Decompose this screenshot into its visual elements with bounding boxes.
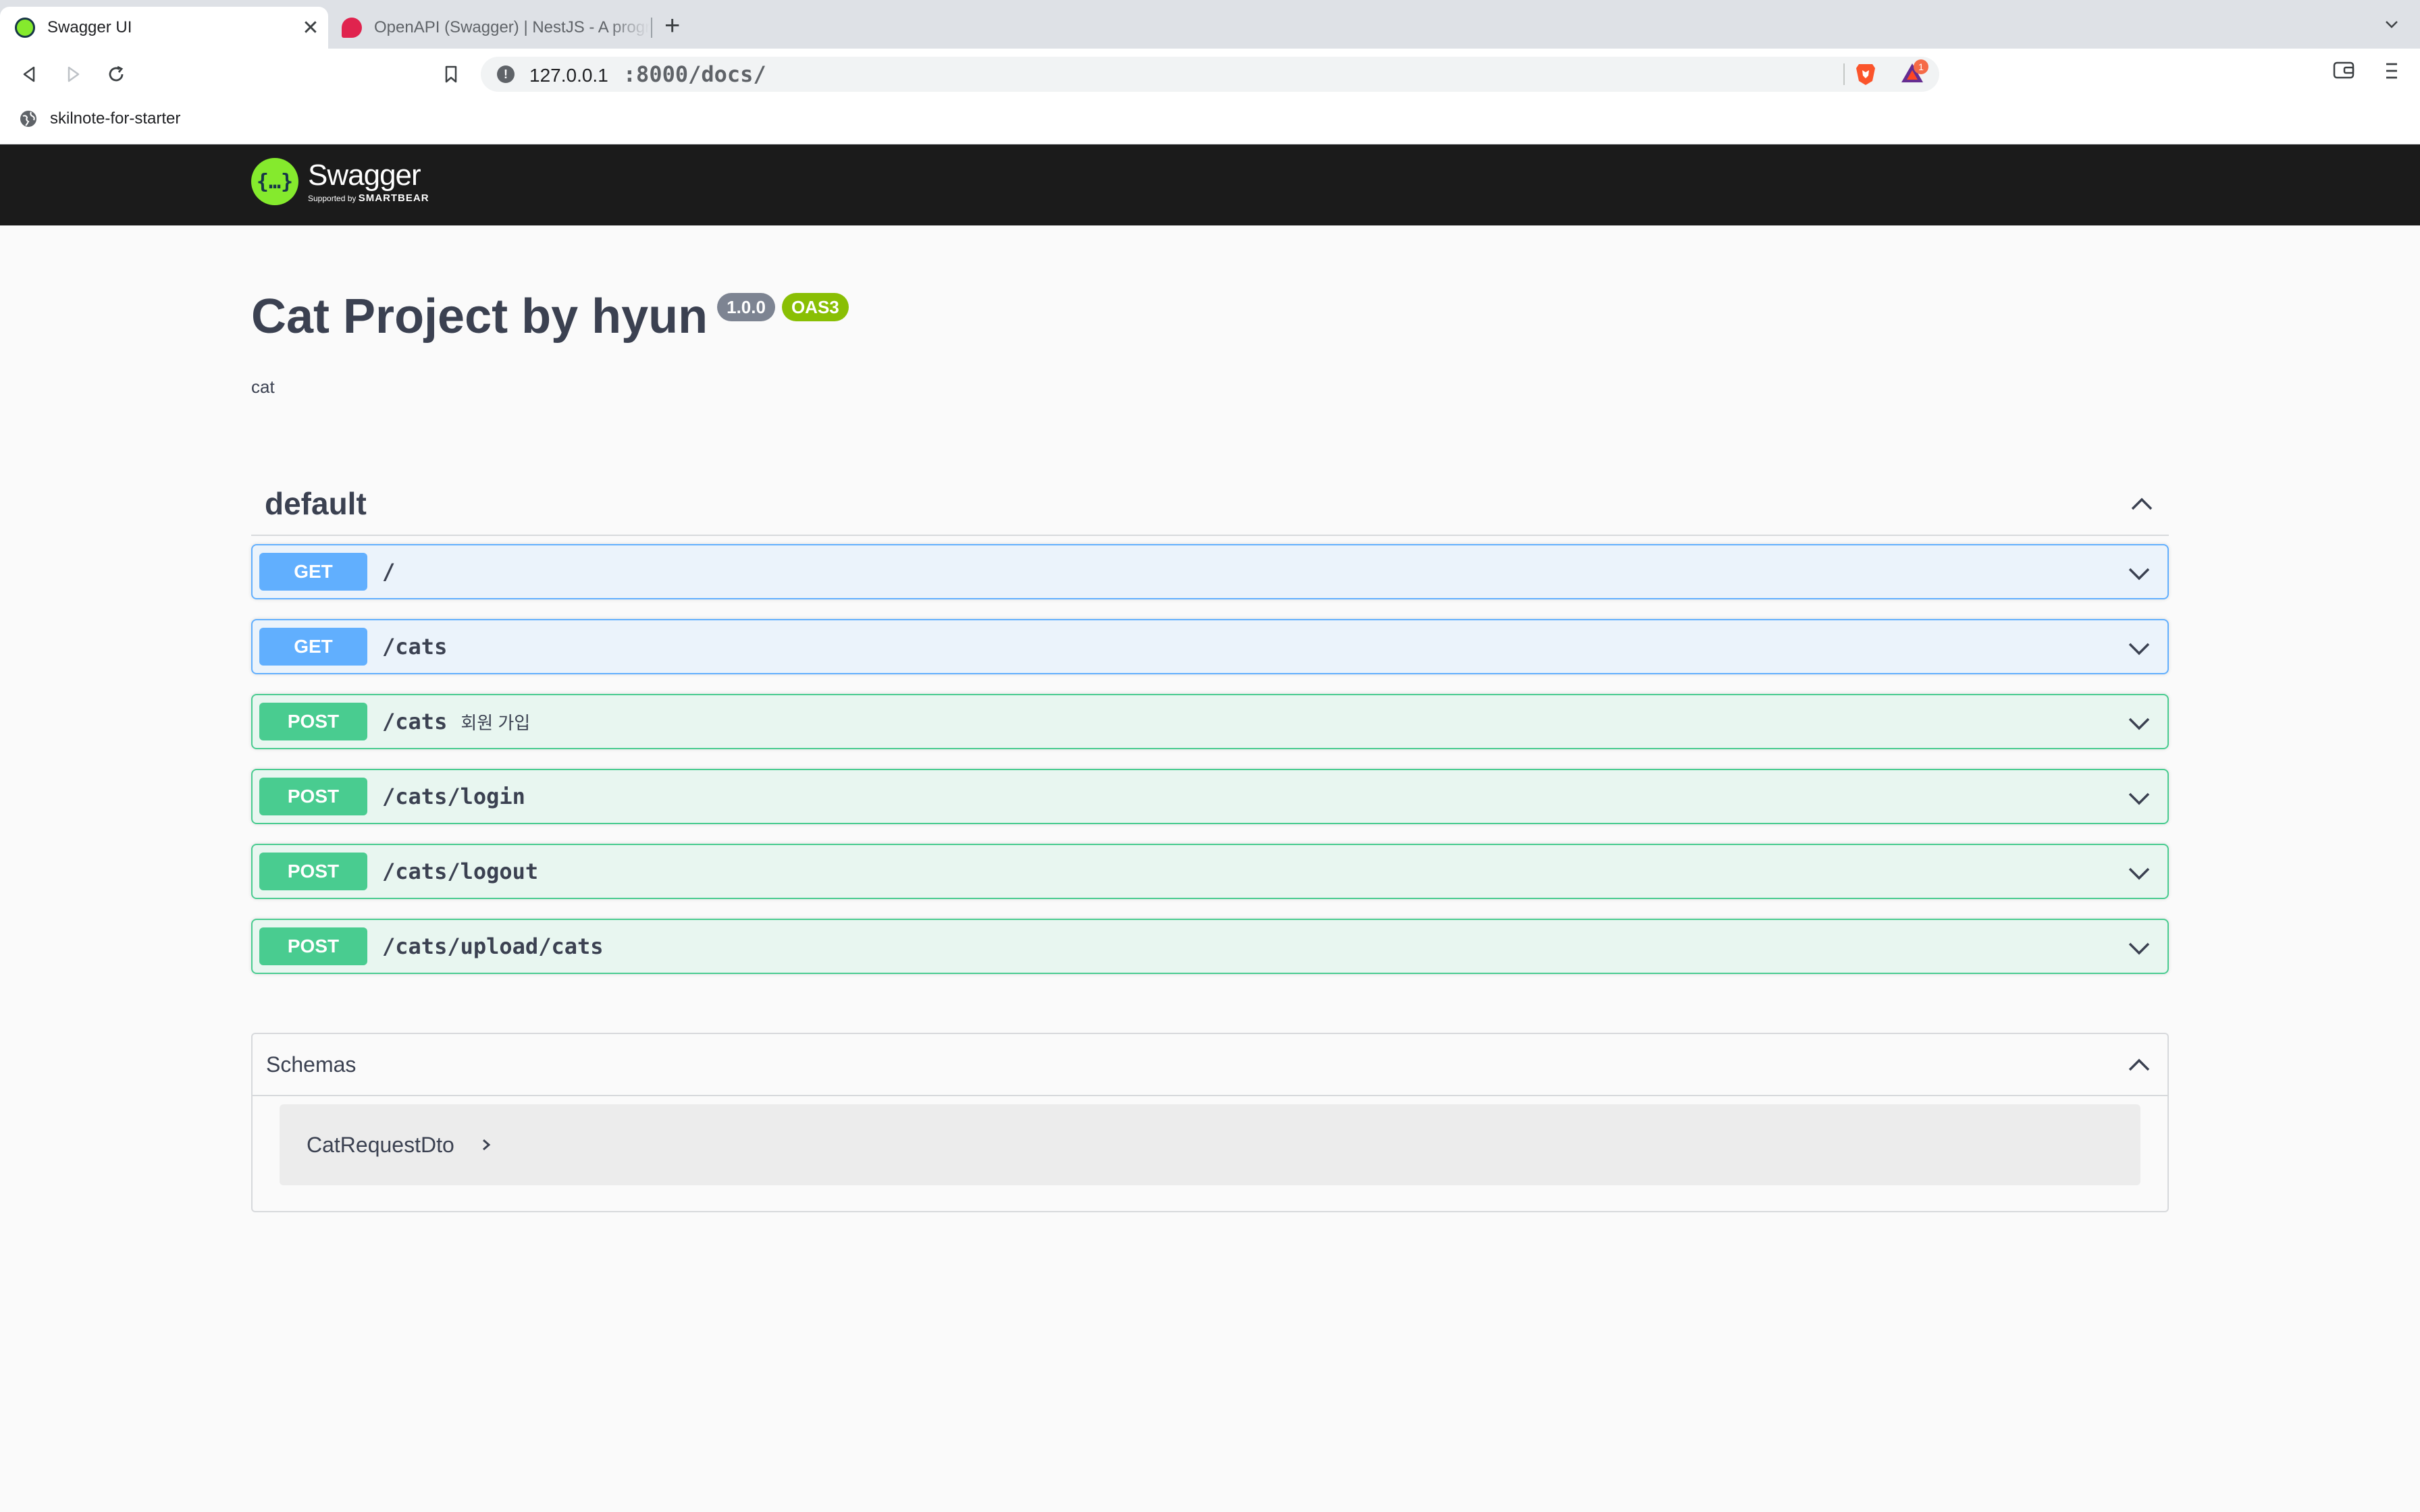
swagger-topbar: {…} Swagger Supported by SMARTBEAR (0, 144, 2420, 225)
tag-name: default (265, 486, 367, 521)
operation-row[interactable]: POST /cats/logout (251, 844, 2169, 899)
operation-row[interactable]: POST /cats/login (251, 769, 2169, 824)
operation-summary: 회원 가입 (461, 712, 531, 733)
schema-item[interactable]: CatRequestDto (280, 1104, 2140, 1185)
chevron-down-icon[interactable] (2126, 635, 2153, 662)
method-badge: POST (259, 853, 367, 890)
swagger-logo[interactable]: {…} Swagger Supported by SMARTBEAR (251, 158, 429, 205)
operation-path: / (382, 559, 396, 585)
brave-rewards-icon[interactable]: 1 (1899, 59, 1928, 90)
wallet-icon (2333, 61, 2355, 79)
tab-swagger-ui[interactable]: Swagger UI ✕ (0, 7, 328, 49)
chevron-down-icon[interactable] (2126, 560, 2153, 587)
hamburger-menu-icon (2386, 63, 2397, 79)
back-arrow-icon (23, 66, 35, 82)
schemas-title: Schemas (266, 1052, 357, 1077)
bookmarks-bar: skilnote-for-starter (0, 100, 2420, 144)
tab-nestjs-openapi[interactable]: OpenAPI (Swagger) | NestJS - A progressi… (332, 7, 650, 49)
forward-arrow-icon (68, 66, 80, 82)
browser-menu-button[interactable] (2384, 59, 2400, 86)
nestjs-favicon-icon (342, 18, 362, 38)
method-badge: GET (259, 553, 367, 591)
swagger-favicon-icon (15, 18, 35, 38)
operation-path: /cats/logout (382, 859, 539, 884)
operation-row[interactable]: GET /cats (251, 619, 2169, 674)
bookmark-item[interactable]: skilnote-for-starter (19, 109, 180, 128)
operation-row[interactable]: POST /cats/upload/cats (251, 919, 2169, 974)
tab-title: Swagger UI (47, 18, 132, 36)
wallet-button[interactable] (2332, 59, 2355, 84)
address-divider (1843, 63, 1845, 85)
tab-strip: Swagger UI ✕ OpenAPI (Swagger) | NestJS … (0, 0, 2420, 49)
chevron-up-icon[interactable] (2128, 490, 2155, 517)
operation-row[interactable]: POST /cats 회원 가입 (251, 694, 2169, 749)
bookmark-label: skilnote-for-starter (50, 109, 181, 128)
schemas-section: Schemas CatRequestDto (251, 1033, 2169, 1212)
site-info-icon[interactable]: ! (497, 65, 515, 83)
back-button[interactable] (16, 61, 43, 88)
globe-icon (20, 111, 36, 127)
method-badge: GET (259, 628, 367, 666)
address-bar[interactable]: ! 127.0.0.1:8000/docs/ 1 (481, 57, 1939, 92)
schemas-header[interactable]: Schemas (253, 1034, 2167, 1096)
bookmark-page-button[interactable] (438, 61, 465, 88)
operation-path: /cats (382, 709, 448, 734)
bookmark-icon (445, 65, 457, 83)
chevron-right-icon[interactable] (479, 1136, 494, 1154)
brave-shields-icon[interactable] (1854, 62, 1877, 90)
tag-section-default: default GET / GET /cats POST /cats 회원 가입… (251, 473, 2169, 994)
address-url: 127.0.0.1:8000/docs/ (529, 61, 766, 87)
reload-button[interactable] (103, 61, 130, 88)
operation-row[interactable]: GET / (251, 544, 2169, 599)
tab-divider (651, 18, 652, 38)
forward-button[interactable] (59, 61, 86, 88)
oas-badge: OAS3 (781, 293, 849, 321)
swagger-logo-text: Swagger (308, 158, 421, 192)
schema-name: CatRequestDto (307, 1132, 454, 1157)
swagger-logo-icon: {…} (251, 158, 298, 205)
method-badge: POST (259, 703, 367, 740)
api-info-header: Cat Project by hyun 1.0.0 OAS3 (251, 286, 849, 347)
operation-path: /cats/login (382, 784, 525, 809)
browser-toolbar: ! 127.0.0.1:8000/docs/ 1 (0, 49, 2420, 100)
rewards-badge: 1 (1914, 59, 1928, 74)
operations-list: GET / GET /cats POST /cats 회원 가입 POST /c… (251, 544, 2169, 974)
api-description: cat (251, 377, 275, 397)
supported-by-text: Supported by SMARTBEAR (308, 192, 429, 204)
chevron-down-icon[interactable] (2126, 935, 2153, 962)
api-title: Cat Project by hyun (251, 290, 708, 344)
operation-path: /cats/upload/cats (382, 934, 604, 959)
tab-search-chevron-icon[interactable] (2384, 16, 2400, 32)
tag-header[interactable]: default (251, 473, 2169, 536)
chevron-down-icon[interactable] (2126, 710, 2153, 737)
reload-icon (109, 65, 124, 82)
version-badge: 1.0.0 (717, 293, 775, 321)
new-tab-button[interactable]: + (664, 12, 680, 39)
close-tab-icon[interactable]: ✕ (298, 16, 323, 40)
chevron-up-icon[interactable] (2126, 1051, 2153, 1078)
tab-title: OpenAPI (Swagger) | NestJS - A progressi… (374, 18, 650, 36)
method-badge: POST (259, 778, 367, 815)
chevron-down-icon[interactable] (2126, 785, 2153, 812)
method-badge: POST (259, 927, 367, 965)
chevron-down-icon[interactable] (2126, 860, 2153, 887)
operation-path: /cats (382, 634, 448, 659)
